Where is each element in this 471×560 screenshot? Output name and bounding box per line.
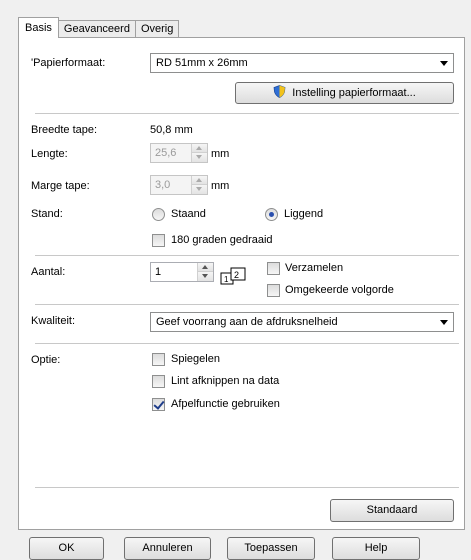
tape-width-label: Breedte tape: — [31, 124, 98, 136]
cut-after-data-checkbox[interactable] — [152, 375, 165, 388]
quality-value: Geef voorrang aan de afdruksnelheid — [156, 316, 338, 328]
margin-value: 3,0 — [155, 179, 171, 191]
spin-down-icon[interactable] — [192, 153, 207, 162]
peel-function-label: Afpelfunctie gebruiken — [171, 398, 280, 410]
tab-strip: Basis Geavanceerd Overig — [18, 17, 180, 38]
paper-settings-button[interactable]: Instelling papierformaat... — [235, 82, 454, 104]
copies-spinner[interactable]: 1 — [150, 262, 214, 282]
mirror-checkbox[interactable] — [152, 353, 165, 366]
shield-icon — [273, 85, 286, 98]
spin-up-icon[interactable] — [192, 176, 207, 185]
paper-format-select[interactable]: RD 51mm x 26mm — [150, 53, 454, 73]
margin-unit: mm — [211, 180, 230, 192]
divider — [35, 487, 459, 488]
svg-text:1: 1 — [224, 275, 229, 284]
tab-overig[interactable]: Overig — [134, 20, 180, 38]
reverse-order-checkbox[interactable] — [267, 284, 280, 297]
tab-geavanceerd[interactable]: Geavanceerd — [57, 20, 136, 38]
help-button[interactable]: Help — [332, 537, 420, 560]
landscape-label: Liggend — [284, 208, 324, 220]
paper-format-value: RD 51mm x 26mm — [156, 57, 248, 69]
portrait-label: Staand — [171, 208, 206, 220]
length-spinner[interactable]: 25,6 — [150, 143, 208, 163]
divider — [35, 304, 459, 305]
collate-checkbox[interactable] — [267, 262, 280, 275]
divider — [35, 113, 459, 114]
default-button[interactable]: Standaard — [330, 499, 454, 522]
options-label: Optie: — [31, 354, 61, 366]
spin-down-icon[interactable] — [198, 272, 213, 281]
portrait-radio[interactable] — [152, 208, 165, 221]
landscape-radio[interactable] — [265, 208, 278, 221]
cancel-button[interactable]: Annuleren — [124, 537, 211, 560]
mirror-label: Spiegelen — [171, 353, 220, 365]
divider — [35, 255, 459, 256]
length-value: 25,6 — [155, 147, 177, 159]
divider — [35, 343, 459, 344]
rotate-180-checkbox[interactable] — [152, 234, 165, 247]
chevron-down-icon — [440, 61, 448, 66]
spin-down-icon[interactable] — [192, 185, 207, 194]
rotate-180-label: 180 graden gedraaid — [171, 234, 273, 246]
peel-function-checkbox[interactable] — [152, 398, 165, 411]
copies-value: 1 — [155, 266, 162, 278]
apply-button[interactable]: Toepassen — [227, 537, 315, 560]
reverse-order-label: Omgekeerde volgorde — [285, 284, 394, 296]
spin-up-icon[interactable] — [192, 144, 207, 153]
tape-width-value: 50,8 mm — [150, 124, 193, 136]
spin-up-icon[interactable] — [198, 263, 213, 272]
quality-select[interactable]: Geef voorrang aan de afdruksnelheid — [150, 312, 454, 332]
length-unit: mm — [211, 148, 230, 160]
paper-format-label: 'Papierformaat: — [31, 57, 106, 69]
paper-settings-label: Instelling papierformaat... — [292, 87, 416, 99]
quality-label: Kwaliteit: — [31, 315, 76, 327]
tab-panel: 'Papierformaat: RD 51mm x 26mm Instellin… — [18, 37, 465, 530]
ok-button[interactable]: OK — [29, 537, 104, 560]
chevron-down-icon — [440, 320, 448, 325]
margin-label: Marge tape: — [31, 180, 90, 192]
orientation-label: Stand: — [31, 208, 63, 220]
length-label: Lengte: — [31, 148, 68, 160]
cut-after-data-label: Lint afknippen na data — [171, 375, 280, 387]
copies-label: Aantal: — [31, 266, 66, 278]
svg-text:2: 2 — [234, 270, 239, 280]
collate-pages-icon: 1 2 — [220, 267, 246, 285]
collate-label: Verzamelen — [285, 262, 344, 274]
margin-spinner[interactable]: 3,0 — [150, 175, 208, 195]
tab-basis[interactable]: Basis — [18, 17, 59, 38]
